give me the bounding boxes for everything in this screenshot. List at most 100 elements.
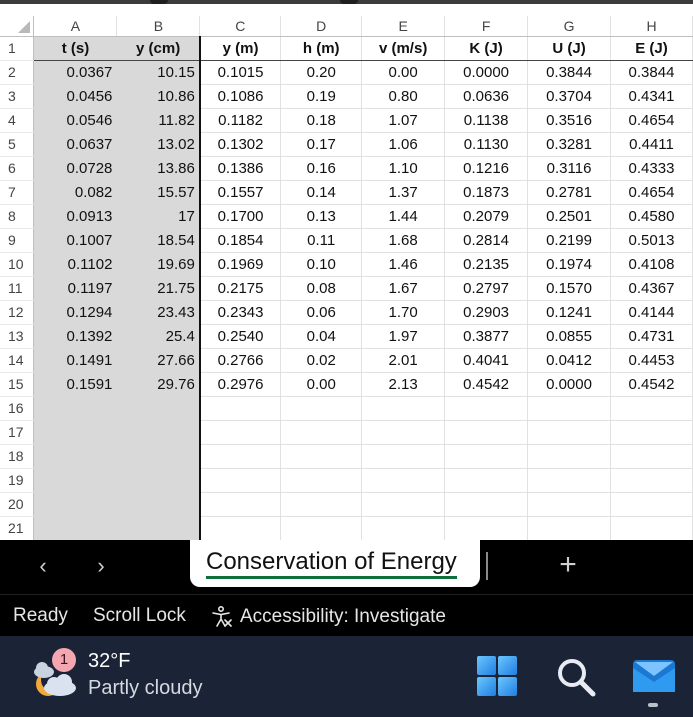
cell-g15[interactable]: 0.0000: [527, 372, 611, 397]
cell-c14[interactable]: 0.2766: [199, 348, 282, 373]
cell-e19[interactable]: [361, 468, 446, 493]
cell-f19[interactable]: [444, 468, 529, 493]
cell-h15[interactable]: 0.4542: [610, 372, 693, 397]
cell-e1[interactable]: v (m/s): [361, 36, 446, 61]
cell-f16[interactable]: [444, 396, 529, 421]
cell-d15[interactable]: 0.00: [280, 372, 363, 397]
column-header-b[interactable]: B: [116, 16, 201, 37]
row-header[interactable]: 2: [0, 60, 35, 85]
cell-b21[interactable]: [116, 516, 201, 540]
cell-h5[interactable]: 0.4411: [610, 132, 693, 157]
cell-b20[interactable]: [116, 492, 201, 517]
cell-g14[interactable]: 0.0412: [527, 348, 611, 373]
cell-b19[interactable]: [116, 468, 201, 493]
cell-a16[interactable]: [33, 396, 118, 421]
cell-d17[interactable]: [280, 420, 363, 445]
cell-b14[interactable]: 27.66: [116, 348, 201, 373]
cell-h11[interactable]: 0.4367: [610, 276, 693, 301]
cell-b18[interactable]: [116, 444, 201, 469]
cell-f11[interactable]: 0.2797: [444, 276, 529, 301]
cell-g9[interactable]: 0.2199: [527, 228, 611, 253]
cell-a8[interactable]: 0.0913: [33, 204, 118, 229]
cell-d9[interactable]: 0.11: [280, 228, 363, 253]
cell-b15[interactable]: 29.76: [116, 372, 201, 397]
cell-a9[interactable]: 0.1007: [33, 228, 118, 253]
cell-h20[interactable]: [610, 492, 693, 517]
cell-h6[interactable]: 0.4333: [610, 156, 693, 181]
cell-b2[interactable]: 10.15: [116, 60, 201, 85]
cell-g16[interactable]: [527, 396, 611, 421]
cell-b10[interactable]: 19.69: [116, 252, 201, 277]
cell-h14[interactable]: 0.4453: [610, 348, 693, 373]
cell-a11[interactable]: 0.1197: [33, 276, 118, 301]
row-header[interactable]: 6: [0, 156, 35, 181]
cell-f12[interactable]: 0.2903: [444, 300, 529, 325]
cell-f20[interactable]: [444, 492, 529, 517]
cell-c10[interactable]: 0.1969: [199, 252, 282, 277]
cell-a12[interactable]: 0.1294: [33, 300, 118, 325]
cell-h21[interactable]: [610, 516, 693, 540]
cell-h10[interactable]: 0.4108: [610, 252, 693, 277]
cell-e15[interactable]: 2.13: [361, 372, 446, 397]
cell-b12[interactable]: 23.43: [116, 300, 201, 325]
cell-f3[interactable]: 0.0636: [444, 84, 529, 109]
row-header[interactable]: 13: [0, 324, 35, 349]
cell-h4[interactable]: 0.4654: [610, 108, 693, 133]
cell-e4[interactable]: 1.07: [361, 108, 446, 133]
cell-b16[interactable]: [116, 396, 201, 421]
row-header[interactable]: 21: [0, 516, 35, 540]
cell-g18[interactable]: [527, 444, 611, 469]
cell-d5[interactable]: 0.17: [280, 132, 363, 157]
cell-g6[interactable]: 0.3116: [527, 156, 611, 181]
cell-d11[interactable]: 0.08: [280, 276, 363, 301]
cell-b7[interactable]: 15.57: [116, 180, 201, 205]
cell-c9[interactable]: 0.1854: [199, 228, 282, 253]
cell-b17[interactable]: [116, 420, 201, 445]
cell-d1[interactable]: h (m): [280, 36, 363, 61]
cell-c7[interactable]: 0.1557: [199, 180, 282, 205]
cell-f21[interactable]: [444, 516, 529, 540]
row-header[interactable]: 1: [0, 36, 35, 61]
cell-d10[interactable]: 0.10: [280, 252, 363, 277]
worksheet-grid[interactable]: ABCDEFGH 1t (s) y (cm) y (m) h (m) v (m/s) K …: [0, 16, 693, 540]
cell-b11[interactable]: 21.75: [116, 276, 201, 301]
row-header[interactable]: 11: [0, 276, 35, 301]
cell-a14[interactable]: 0.1491: [33, 348, 118, 373]
cell-b5[interactable]: 13.02: [116, 132, 201, 157]
cell-a7[interactable]: 0.082: [33, 180, 118, 205]
column-header-f[interactable]: F: [444, 16, 529, 37]
cell-c5[interactable]: 0.1302: [199, 132, 282, 157]
cell-f13[interactable]: 0.3877: [444, 324, 529, 349]
chevron-right-icon[interactable]: ›: [86, 552, 116, 582]
row-header[interactable]: 9: [0, 228, 35, 253]
cell-e14[interactable]: 2.01: [361, 348, 446, 373]
cell-a17[interactable]: [33, 420, 118, 445]
cell-c17[interactable]: [199, 420, 282, 445]
sheet-tab-conservation-of-energy[interactable]: Conservation of Energy: [190, 540, 480, 587]
cell-g11[interactable]: 0.1570: [527, 276, 611, 301]
cell-e11[interactable]: 1.67: [361, 276, 446, 301]
cell-f4[interactable]: 0.1138: [444, 108, 529, 133]
cell-a3[interactable]: 0.0456: [33, 84, 118, 109]
spreadsheet-area[interactable]: ABCDEFGH 1t (s) y (cm) y (m) h (m) v (m/s) K …: [0, 0, 693, 540]
cell-c8[interactable]: 0.1700: [199, 204, 282, 229]
cell-e3[interactable]: 0.80: [361, 84, 446, 109]
column-header-d[interactable]: D: [280, 16, 363, 37]
cell-a1[interactable]: t (s): [33, 36, 118, 61]
cell-d16[interactable]: [280, 396, 363, 421]
row-header[interactable]: 5: [0, 132, 35, 157]
cell-c18[interactable]: [199, 444, 282, 469]
cell-d14[interactable]: 0.02: [280, 348, 363, 373]
cell-c20[interactable]: [199, 492, 282, 517]
cell-h9[interactable]: 0.5013: [610, 228, 693, 253]
cell-e21[interactable]: [361, 516, 446, 540]
cell-h19[interactable]: [610, 468, 693, 493]
cell-d8[interactable]: 0.13: [280, 204, 363, 229]
cell-g20[interactable]: [527, 492, 611, 517]
cell-h13[interactable]: 0.4731: [610, 324, 693, 349]
cell-h18[interactable]: [610, 444, 693, 469]
cell-g13[interactable]: 0.0855: [527, 324, 611, 349]
cell-f8[interactable]: 0.2079: [444, 204, 529, 229]
windows-start-icon[interactable]: [476, 655, 518, 697]
cell-g21[interactable]: [527, 516, 611, 540]
